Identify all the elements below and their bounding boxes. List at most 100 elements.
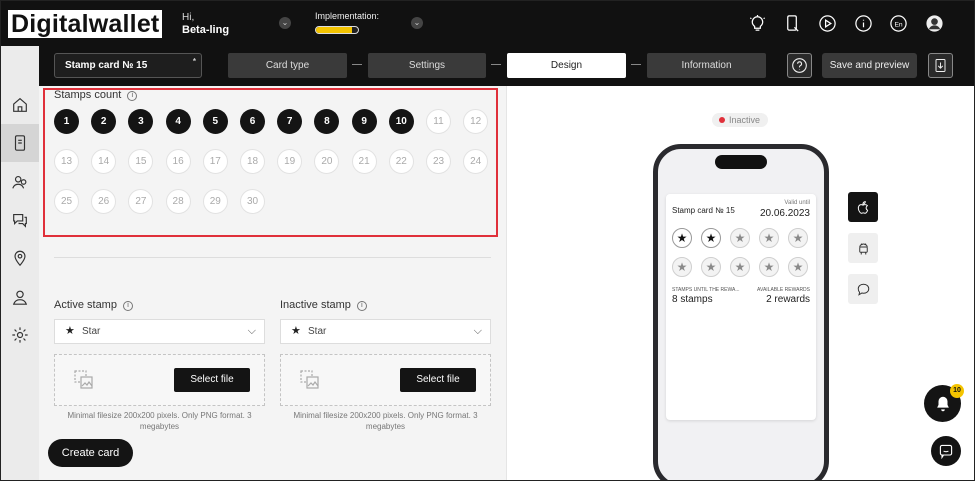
info-icon[interactable]: i xyxy=(122,301,133,311)
preview-ios-button[interactable] xyxy=(848,192,878,222)
preview-android-button[interactable] xyxy=(848,233,878,263)
sidebar-item-cards[interactable] xyxy=(1,124,39,162)
chat-icon xyxy=(13,214,27,228)
notification-count-badge: 10 xyxy=(950,384,964,398)
stamp-count-option[interactable]: 23 xyxy=(426,149,451,174)
sidebar-item-clients[interactable] xyxy=(1,163,39,201)
star-icon: ★ xyxy=(291,325,301,337)
inactive-stamp-icon: ★ xyxy=(672,257,692,277)
info-icon[interactable] xyxy=(854,14,873,33)
stamp-count-option[interactable]: 18 xyxy=(240,149,265,174)
image-upload-icon xyxy=(300,370,319,389)
inactive-stamp-value: Star xyxy=(308,326,327,337)
stamp-count-option[interactable]: 13 xyxy=(54,149,79,174)
stamp-count-option[interactable]: 16 xyxy=(165,149,191,174)
step-information[interactable]: Information xyxy=(647,53,766,78)
save-and-preview-button[interactable]: Save and preview xyxy=(822,53,917,78)
active-stamp-icon: ★ xyxy=(701,228,721,248)
wallet-card: Stamp card № 15 Valid until 20.06.2023 ★… xyxy=(666,194,816,420)
inactive-stamp-icon: ★ xyxy=(730,228,750,248)
apple-icon xyxy=(857,200,868,214)
stamps-count-label: Stamps count xyxy=(54,89,122,101)
stamp-count-option[interactable]: 11 xyxy=(426,109,451,134)
user-greeting[interactable]: Hi, Beta-ling xyxy=(182,11,229,37)
download-icon xyxy=(935,59,946,72)
lightbulb-icon[interactable] xyxy=(748,14,767,33)
stamp-count-option[interactable]: 4 xyxy=(165,109,191,134)
chevron-down-icon: ⌵ xyxy=(473,325,482,337)
sidebar-item-profile[interactable] xyxy=(1,278,39,316)
card-icon xyxy=(14,135,26,151)
implementation-chevron-icon[interactable]: ⌄ xyxy=(411,17,423,29)
sidebar-item-messages[interactable] xyxy=(1,201,39,239)
inactive-stamp-label: Inactive stamp xyxy=(280,299,351,311)
barcode xyxy=(702,368,780,394)
valid-until-label: Valid until xyxy=(784,200,810,206)
stamp-count-option[interactable]: 1 xyxy=(54,109,79,134)
active-stamp-dropzone[interactable]: Select file xyxy=(54,354,265,406)
card-title: Stamp card № 15 xyxy=(672,206,735,215)
info-icon[interactable]: i xyxy=(127,91,138,101)
sidebar-item-home[interactable] xyxy=(1,86,39,124)
support-chat-button[interactable] xyxy=(931,436,961,466)
stamp-count-option[interactable]: 30 xyxy=(240,189,265,214)
download-button[interactable] xyxy=(928,53,953,78)
active-stamp-icon: ★ xyxy=(672,228,692,248)
settings-icon xyxy=(12,327,28,343)
stamp-count-option[interactable]: 28 xyxy=(165,189,191,214)
active-stamp-select[interactable]: ★ Star ⌵ xyxy=(54,319,265,344)
avatar[interactable] xyxy=(925,14,944,33)
create-card-button[interactable]: Create card xyxy=(48,439,133,467)
step-separator xyxy=(491,64,501,65)
card-preview-area: Inactive Stamp card № 15 Valid until 20.… xyxy=(506,86,974,480)
phone-notch xyxy=(715,155,767,169)
phone-icon[interactable] xyxy=(783,14,802,33)
sidebar-item-locations[interactable] xyxy=(1,239,39,277)
step-separator xyxy=(631,64,641,65)
stamp-count-option[interactable]: 22 xyxy=(388,149,414,174)
step-card-type[interactable]: Card type xyxy=(228,53,347,78)
status-text: Inactive xyxy=(729,115,761,125)
inactive-stamp-hint: Minimal filesize 200x200 pixels. Only PN… xyxy=(293,411,478,431)
stamp-count-option[interactable]: 25 xyxy=(54,189,79,214)
editor-toolbar: Stamp card № 15 * Card type Settings Des… xyxy=(1,46,974,86)
step-separator xyxy=(352,64,362,65)
design-panel: Stamps count i 1 2 3 4 5 6 7 8 9 10 11 12 13 14 15 16 17 1… xyxy=(39,86,506,480)
implementation-progress-fill xyxy=(316,27,352,33)
message-icon xyxy=(939,444,953,459)
play-icon[interactable] xyxy=(818,14,837,33)
step-design[interactable]: Design xyxy=(507,53,626,78)
stamp-count-option[interactable]: 6 xyxy=(240,109,265,134)
preview-notification-button[interactable] xyxy=(848,274,878,304)
image-upload-icon xyxy=(74,370,93,389)
language-icon[interactable]: En xyxy=(889,14,908,33)
stamp-count-option[interactable]: 29 xyxy=(202,189,228,214)
inactive-stamp-select-file-button[interactable]: Select file xyxy=(400,368,476,392)
stamps-until-reward-value: 8 stamps xyxy=(672,294,713,305)
inactive-stamp-dropzone[interactable]: Select file xyxy=(280,354,491,406)
help-button[interactable] xyxy=(787,53,812,78)
top-header: Digitalwallet Hi, Beta-ling ⌄ Implementa… xyxy=(1,1,974,46)
chat-bubble-icon xyxy=(857,283,869,296)
stamp-count-option[interactable]: 10 xyxy=(388,109,414,134)
valid-until-date: 20.06.2023 xyxy=(759,208,810,219)
inactive-stamp-icon: ★ xyxy=(701,257,721,277)
bell-icon xyxy=(936,396,949,411)
step-settings[interactable]: Settings xyxy=(368,53,486,78)
stamp-count-option[interactable]: 17 xyxy=(202,149,228,174)
stamp-count-option[interactable]: 21 xyxy=(351,149,377,174)
active-stamp-select-file-button[interactable]: Select file xyxy=(174,368,250,392)
status-badge: Inactive xyxy=(712,113,769,127)
info-icon[interactable]: i xyxy=(356,301,367,311)
user-icon xyxy=(12,290,28,305)
inactive-stamp-select[interactable]: ★ Star ⌵ xyxy=(280,319,491,344)
star-icon: ★ xyxy=(65,325,75,337)
user-menu-chevron-icon[interactable]: ⌄ xyxy=(279,17,291,29)
sidebar-item-settings[interactable] xyxy=(1,316,39,354)
stamp-count-option[interactable]: 5 xyxy=(202,109,228,134)
status-dot xyxy=(719,117,725,123)
stamp-count-option[interactable]: 9 xyxy=(351,109,377,134)
inactive-stamp-icon: ★ xyxy=(759,228,779,248)
card-name-field[interactable]: Stamp card № 15 * xyxy=(54,53,202,78)
available-rewards-value: 2 rewards xyxy=(766,294,810,305)
